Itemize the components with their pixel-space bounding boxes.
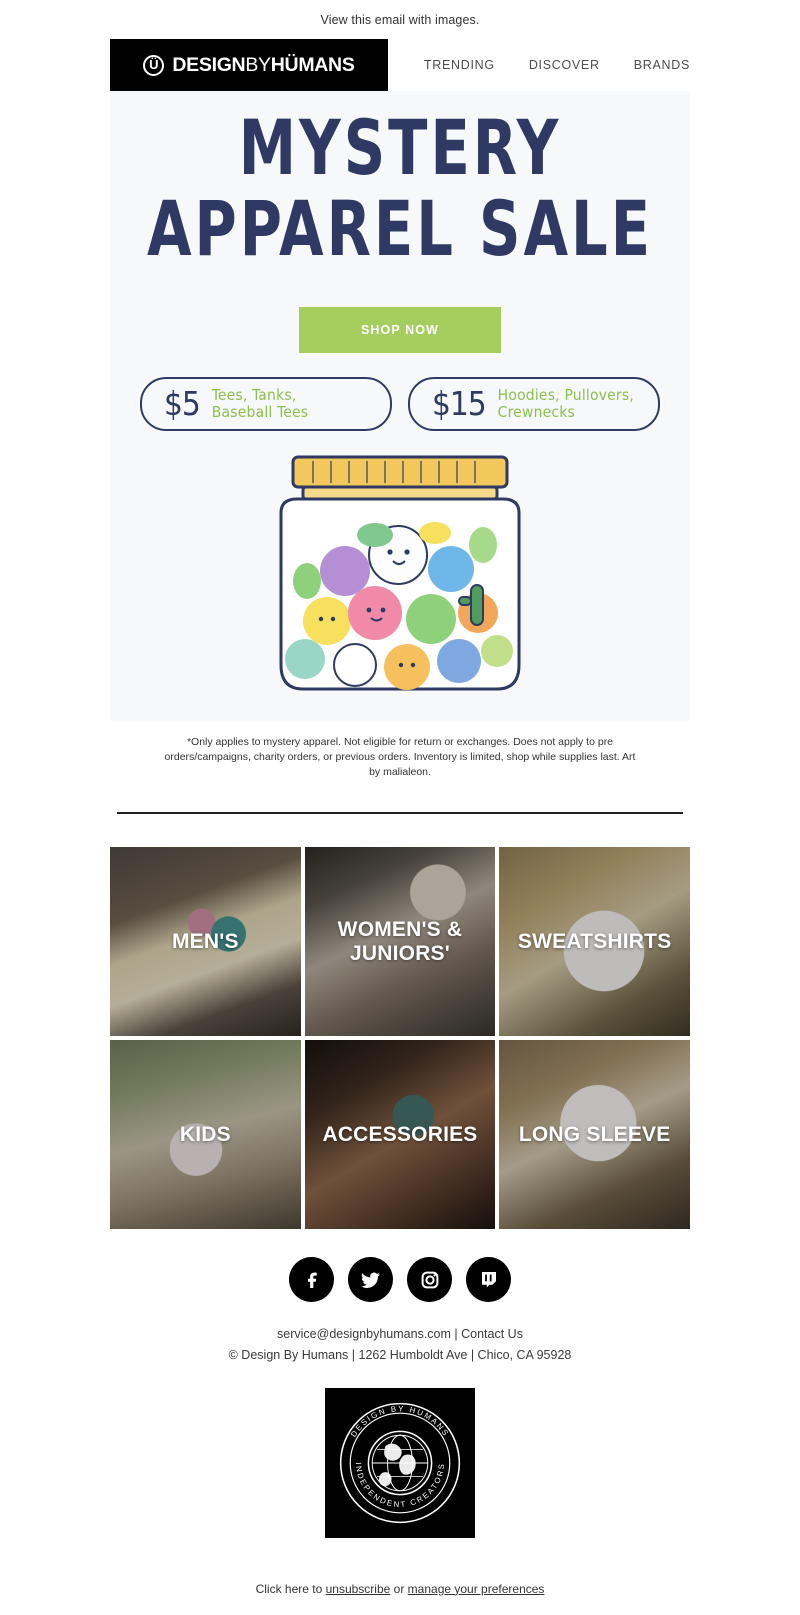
seal-wrapper: DESIGN BY HUMANS INDEPENDENT CREATORS xyxy=(0,1387,800,1538)
category-label-mens: MEN'S xyxy=(171,929,239,953)
price-amount-15: $15 xyxy=(432,384,487,424)
email-header: Ü DESIGNBYHÜMANS TRENDING DISCOVER BRAND… xyxy=(110,39,690,91)
footer-separator: | xyxy=(450,1327,462,1342)
unsubscribe-prefix: Click here to xyxy=(255,1581,326,1596)
footer-contact-line: service@designbyhumans.com | Contact Us xyxy=(0,1324,800,1345)
manage-preferences-link[interactable]: manage your preferences xyxy=(408,1582,545,1596)
logo-mark-glyph: Ü xyxy=(149,57,159,72)
price-desc-5-line2: Baseball Tees xyxy=(211,402,309,421)
facebook-icon[interactable] xyxy=(289,1257,334,1303)
main-nav: TRENDING DISCOVER BRANDS xyxy=(387,39,690,91)
svg-text:DESIGN BY HUMANS: DESIGN BY HUMANS xyxy=(349,1404,451,1438)
category-tile-mens[interactable]: MEN'S xyxy=(110,847,301,1037)
hero-title: MYSTERY APPAREL SALE xyxy=(110,105,690,268)
logo-word-humans: HÜMANS xyxy=(270,53,355,76)
twitter-icon[interactable] xyxy=(348,1257,393,1303)
hero-title-line1: MYSTERY xyxy=(238,105,562,193)
hero-title-line2: APPAREL SALE xyxy=(146,186,654,274)
price-desc-15-line1: Hoodies, Pullovers, xyxy=(497,386,634,405)
category-label-kids: KIDS xyxy=(179,1122,231,1146)
category-tile-kids[interactable]: KIDS xyxy=(110,1040,301,1230)
price-badges: $5 Tees, Tanks, Baseball Tees $15 Hoodie… xyxy=(110,353,690,431)
price-desc-5: Tees, Tanks, Baseball Tees xyxy=(212,387,308,420)
price-badge-5[interactable]: $5 Tees, Tanks, Baseball Tees xyxy=(140,376,392,431)
instagram-icon[interactable] xyxy=(407,1257,452,1303)
category-tile-sweatshirts[interactable]: SWEATSHIRTS xyxy=(499,847,690,1037)
footer-address: © Design By Humans | 1262 Humboldt Ave |… xyxy=(228,1348,572,1363)
nav-item-brands[interactable]: BRANDS xyxy=(634,58,690,72)
price-badge-15[interactable]: $15 Hoodies, Pullovers, Crewnecks xyxy=(408,376,660,431)
unsubscribe-link[interactable]: unsubscribe xyxy=(326,1582,391,1596)
unsubscribe-row: Click here to unsubscribe or manage your… xyxy=(0,1582,800,1596)
hero-cta-row: SHOP NOW xyxy=(110,306,690,353)
mystery-jar-illustration xyxy=(110,431,690,721)
unsubscribe-middle: or xyxy=(390,1581,408,1596)
social-links xyxy=(0,1257,800,1303)
independent-creators-seal: DESIGN BY HUMANS INDEPENDENT CREATORS xyxy=(325,1387,475,1538)
price-desc-5-line1: Tees, Tanks, xyxy=(211,386,297,405)
smiley-circle-icon: Ü xyxy=(143,54,165,76)
contact-us-link[interactable]: Contact Us xyxy=(461,1327,523,1341)
category-tile-accessories[interactable]: ACCESSORIES xyxy=(304,1040,496,1230)
price-desc-15: Hoodies, Pullovers, Crewnecks xyxy=(498,387,634,420)
nav-item-discover[interactable]: DISCOVER xyxy=(529,58,600,72)
disclaimer-text: *Only applies to mystery apparel. Not el… xyxy=(164,735,636,779)
twitch-icon[interactable] xyxy=(466,1257,511,1303)
category-label-accessories: ACCESSORIES xyxy=(322,1122,478,1146)
category-label-sweatshirts: SWEATSHIRTS xyxy=(517,929,672,953)
logo-word-design: DESIGN xyxy=(172,53,246,76)
support-email-link[interactable]: service@designbyhumans.com xyxy=(277,1327,451,1341)
view-email-with-images-link[interactable]: View this email with images. xyxy=(321,13,480,27)
category-label-womens-juniors: WOMEN'S & JUNIORS' xyxy=(337,917,463,965)
nav-item-trending[interactable]: TRENDING xyxy=(424,58,495,72)
section-divider xyxy=(117,812,683,815)
shop-now-button[interactable]: SHOP NOW xyxy=(298,306,502,353)
footer-text: service@designbyhumans.com | Contact Us … xyxy=(0,1324,800,1365)
seal-top-text: DESIGN BY HUMANS xyxy=(349,1404,449,1438)
hero-section: MYSTERY APPAREL SALE SHOP NOW $5 Tees, T… xyxy=(110,91,690,721)
preheader: View this email with images. xyxy=(0,0,800,37)
category-grid: MEN'S WOMEN'S & JUNIORS' SWEATSHIRTS KID… xyxy=(110,847,690,1230)
brand-logo[interactable]: Ü DESIGNBYHÜMANS xyxy=(110,39,388,91)
category-label-long-sleeve: LONG SLEEVE xyxy=(518,1122,671,1146)
price-desc-15-line2: Crewnecks xyxy=(497,402,576,421)
category-tile-long-sleeve[interactable]: LONG SLEEVE xyxy=(499,1040,690,1230)
price-amount-5: $5 xyxy=(164,384,201,424)
category-tile-womens-juniors[interactable]: WOMEN'S & JUNIORS' xyxy=(304,847,496,1037)
logo-wordmark: DESIGNBYHÜMANS xyxy=(172,54,354,77)
logo-word-by: BY xyxy=(245,53,271,76)
